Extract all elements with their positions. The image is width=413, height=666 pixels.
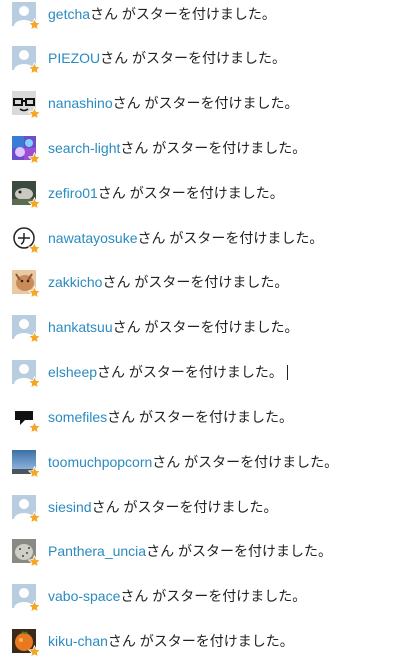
star-icon — [28, 511, 41, 524]
star-message: さん がスターを付けました。 — [112, 319, 299, 335]
star-list-item: getcha さん がスターを付けました。 — [12, 0, 276, 31]
user-link[interactable]: elsheep — [48, 364, 97, 380]
avatar[interactable] — [12, 405, 41, 434]
avatar[interactable] — [12, 46, 41, 75]
star-list-item: elsheep さん がスターを付けました。 — [12, 358, 288, 389]
avatar[interactable] — [12, 270, 41, 299]
star-message: さん がスターを付けました。 — [120, 588, 307, 604]
avatar[interactable] — [12, 2, 41, 31]
avatar[interactable] — [12, 539, 41, 568]
star-message: さん がスターを付けました。 — [146, 543, 332, 559]
user-link[interactable]: zakkicho — [48, 274, 102, 290]
star-list-item: zakkicho さん がスターを付けました。 — [12, 268, 289, 299]
star-message: さん がスターを付けました。 — [112, 95, 299, 111]
star-list-item: vabo-space さん がスターを付けました。 — [12, 582, 307, 613]
star-list-item: toomuchpopcorn さん がスターを付けました。 — [12, 448, 339, 479]
avatar[interactable] — [12, 91, 41, 120]
avatar[interactable] — [12, 226, 41, 255]
star-icon — [28, 376, 41, 389]
star-message: さん がスターを付けました。 — [137, 230, 324, 246]
star-list-item: siesind さん がスターを付けました。 — [12, 493, 278, 524]
star-message: さん がスターを付けました。 — [107, 633, 294, 649]
user-link[interactable]: hankatsuu — [48, 319, 113, 335]
star-list-item: nanashino さん がスターを付けました。 — [12, 89, 299, 120]
star-icon — [28, 62, 41, 75]
star-message: さん がスターを付けました。 — [97, 364, 283, 380]
user-link[interactable]: siesind — [48, 499, 92, 515]
user-link[interactable]: Panthera_uncia — [48, 543, 146, 559]
star-icon — [28, 645, 41, 658]
star-message: さん がスターを付けました。 — [107, 409, 294, 425]
star-message: さん がスターを付けました。 — [90, 6, 276, 22]
star-message: さん がスターを付けました。 — [152, 454, 339, 470]
star-message: さん がスターを付けました。 — [91, 499, 278, 515]
star-icon — [28, 152, 41, 165]
text-cursor — [286, 364, 288, 380]
star-icon — [28, 286, 41, 299]
avatar[interactable] — [12, 136, 41, 165]
user-link[interactable]: toomuchpopcorn — [48, 454, 152, 470]
avatar[interactable] — [12, 629, 41, 658]
star-message: さん がスターを付けました。 — [102, 274, 289, 290]
user-link[interactable]: somefiles — [48, 409, 107, 425]
star-message: さん がスターを付けました。 — [120, 140, 307, 156]
star-list-item: somefiles さん がスターを付けました。 — [12, 403, 294, 434]
star-icon — [28, 107, 41, 120]
user-link[interactable]: search-light — [48, 140, 120, 156]
star-list-item: Panthera_uncia さん がスターを付けました。 — [12, 537, 332, 568]
star-list-item: zefiro01 さん がスターを付けました。 — [12, 179, 284, 210]
star-icon — [28, 466, 41, 479]
star-list-item: hankatsuu さん がスターを付けました。 — [12, 313, 299, 344]
user-link[interactable]: zefiro01 — [48, 185, 98, 201]
star-message: さん がスターを付けました。 — [97, 185, 284, 201]
star-list-item: search-light さん がスターを付けました。 — [12, 134, 307, 165]
star-icon — [28, 331, 41, 344]
avatar[interactable] — [12, 315, 41, 344]
user-link[interactable]: nawatayosuke — [48, 230, 138, 246]
star-list-item: nawatayosuke さん がスターを付けました。 — [12, 224, 324, 255]
star-icon — [28, 197, 41, 210]
avatar[interactable] — [12, 495, 41, 524]
user-link[interactable]: getcha — [48, 6, 90, 22]
star-message: さん がスターを付けました。 — [100, 50, 287, 66]
star-icon — [28, 555, 41, 568]
avatar[interactable] — [12, 450, 41, 479]
user-link[interactable]: nanashino — [48, 95, 113, 111]
avatar[interactable] — [12, 181, 41, 210]
star-icon — [28, 600, 41, 613]
star-list-item: kiku-chan さん がスターを付けました。 — [12, 627, 294, 658]
avatar[interactable] — [12, 584, 41, 613]
avatar[interactable] — [12, 360, 41, 389]
star-icon — [28, 18, 41, 31]
user-link[interactable]: kiku-chan — [48, 633, 108, 649]
user-link[interactable]: vabo-space — [48, 588, 120, 604]
star-icon — [28, 242, 41, 255]
star-list-item: PIEZOU さん がスターを付けました。 — [12, 44, 287, 75]
star-icon — [28, 421, 41, 434]
user-link[interactable]: PIEZOU — [48, 50, 100, 66]
